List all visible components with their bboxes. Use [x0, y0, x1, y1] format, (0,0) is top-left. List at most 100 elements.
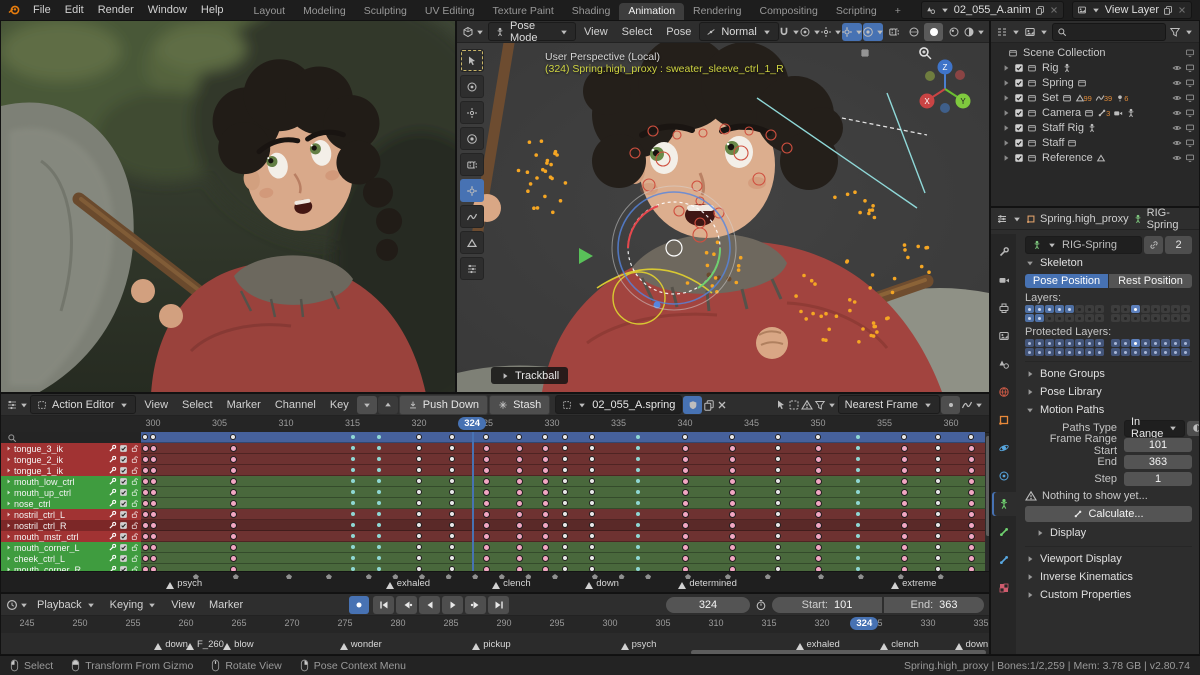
marker-psych[interactable]: psych — [166, 578, 202, 589]
workspace-tab-sculpting[interactable]: Sculpting — [355, 3, 416, 20]
keyframe[interactable] — [967, 445, 975, 452]
panel-custom-properties[interactable]: Custom Properties — [1025, 586, 1192, 604]
keyframe[interactable] — [142, 511, 150, 518]
keyframe[interactable] — [229, 511, 237, 518]
driver-icon[interactable] — [108, 510, 117, 519]
select-tool-icon[interactable] — [775, 399, 787, 411]
channel-enable-checkbox[interactable] — [119, 488, 128, 497]
keyframe[interactable] — [855, 457, 860, 461]
keyframe[interactable] — [482, 500, 490, 507]
checkbox-icon[interactable] — [1014, 63, 1024, 73]
users-count-button[interactable]: 2 — [1165, 236, 1192, 254]
field-value-2[interactable]: 1 — [1124, 472, 1192, 486]
marker-determined[interactable]: determined — [678, 578, 737, 589]
keyframe[interactable] — [815, 489, 822, 496]
keyframe[interactable] — [482, 511, 490, 518]
keyframe[interactable] — [482, 544, 490, 551]
lock-icon[interactable] — [130, 488, 139, 497]
keyframe[interactable] — [815, 533, 822, 540]
keyframe[interactable] — [350, 501, 355, 505]
keyframe[interactable] — [229, 500, 237, 507]
keyframe[interactable] — [728, 445, 736, 452]
keyframe[interactable] — [728, 555, 736, 562]
keyframe[interactable] — [515, 544, 523, 551]
breadcrumb-object[interactable]: Spring.high_proxy — [1040, 213, 1129, 225]
breadcrumb-data[interactable]: RIG-Spring — [1147, 208, 1194, 231]
layer-toggle[interactable] — [1161, 339, 1170, 347]
driver-icon[interactable] — [108, 444, 117, 453]
keyframe[interactable] — [515, 489, 523, 496]
layer-toggle[interactable] — [1095, 314, 1104, 322]
layer-toggle[interactable] — [1151, 348, 1160, 356]
keyframe[interactable] — [728, 533, 736, 540]
layer-toggle[interactable] — [1181, 348, 1190, 356]
snap-toggle[interactable] — [780, 23, 800, 41]
keyframe[interactable] — [142, 500, 150, 507]
keyframe[interactable] — [416, 434, 422, 440]
layer-toggle[interactable] — [1131, 348, 1140, 356]
hide-viewport-icon[interactable] — [1172, 78, 1182, 88]
navigation-gizmo[interactable]: Z X Y — [913, 55, 977, 119]
layer-toggle[interactable] — [1035, 314, 1044, 322]
tab-constraints[interactable] — [992, 464, 1016, 488]
checkbox-icon[interactable] — [1014, 138, 1024, 148]
layer-toggle[interactable] — [1055, 314, 1064, 322]
keyframe[interactable] — [150, 467, 157, 474]
shading-rendered[interactable] — [964, 23, 984, 41]
outliner-search-input[interactable] — [1052, 22, 1166, 41]
keyframe[interactable] — [229, 456, 237, 463]
workspace-tab-animation[interactable]: Animation — [619, 3, 685, 20]
keyframe[interactable] — [682, 456, 689, 463]
keyframe[interactable] — [588, 544, 595, 550]
lock-icon[interactable] — [130, 510, 139, 519]
layer-toggle[interactable] — [1055, 305, 1064, 313]
pose-marker[interactable] — [645, 574, 652, 579]
keyframe[interactable] — [588, 434, 595, 440]
driver-icon[interactable] — [108, 499, 117, 508]
keyframe[interactable] — [967, 467, 975, 474]
keyframe[interactable] — [728, 489, 736, 496]
marker-down[interactable]: down — [585, 578, 619, 589]
keyframe[interactable] — [682, 434, 688, 440]
expand-icon[interactable] — [1001, 153, 1011, 163]
pose-marker[interactable] — [232, 574, 239, 579]
marker-exhaled[interactable]: exhaled — [795, 639, 840, 650]
grid-toggle-icon[interactable] — [859, 47, 871, 59]
shading-wireframe[interactable] — [904, 23, 923, 41]
marker-pickup[interactable]: pickup — [472, 639, 511, 650]
keyframe[interactable] — [934, 467, 941, 473]
channel-mouth_up_ctrl[interactable]: mouth_up_ctrl — [1, 487, 141, 498]
view-layer-selector[interactable]: View Layer — [1071, 1, 1192, 19]
menu-render[interactable]: Render — [91, 3, 141, 17]
close-scene-icon[interactable] — [1049, 5, 1059, 15]
lock-icon[interactable] — [130, 554, 139, 563]
move-action-up-button[interactable] — [377, 395, 398, 414]
keyframe[interactable] — [682, 489, 689, 496]
channel-mouth_mstr_ctrl[interactable]: mouth_mstr_ctrl — [1, 531, 141, 542]
channel-mouth_corner_L[interactable]: mouth_corner_L — [1, 542, 141, 553]
keyframe[interactable] — [150, 489, 157, 496]
driver-icon[interactable] — [108, 554, 117, 563]
keyframe[interactable] — [350, 534, 355, 538]
keyframe[interactable] — [515, 478, 523, 485]
marker-F_260[interactable]: F_260 — [186, 639, 224, 650]
layer-toggle[interactable] — [1065, 339, 1074, 347]
keyframe[interactable] — [728, 511, 736, 518]
field-value-0[interactable]: 101 — [1124, 438, 1192, 452]
keyframe[interactable] — [150, 544, 157, 551]
keyframe[interactable] — [350, 479, 355, 483]
keyframe[interactable] — [150, 478, 157, 485]
render-visibility-icon[interactable] — [1185, 93, 1195, 103]
keyframe[interactable] — [588, 511, 595, 517]
keyframe[interactable] — [229, 533, 237, 540]
channel-tongue_2_ik[interactable]: tongue_2_ik — [1, 454, 141, 465]
keyframe[interactable] — [350, 545, 355, 549]
keyframe[interactable] — [855, 446, 860, 450]
layer-toggle[interactable] — [1131, 339, 1140, 347]
tab-texture[interactable] — [992, 576, 1016, 600]
keyframe[interactable] — [934, 456, 941, 462]
keyframe[interactable] — [728, 522, 736, 529]
keyframe[interactable] — [150, 456, 157, 463]
lock-icon[interactable] — [130, 466, 139, 475]
keyframe[interactable] — [728, 478, 736, 485]
